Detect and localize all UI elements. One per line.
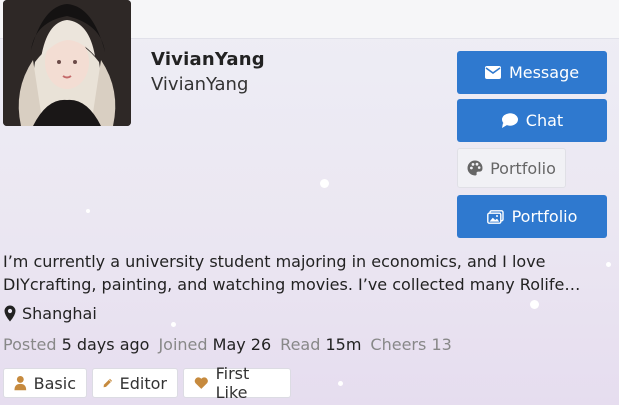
badge-editor[interactable]: Editor (92, 368, 178, 398)
snow-dot (86, 209, 90, 213)
snow-dot (530, 300, 539, 309)
message-button[interactable]: Message (457, 51, 607, 94)
snow-dot (338, 381, 343, 386)
map-pin-icon (4, 305, 16, 322)
cheers-value: 13 (431, 335, 452, 354)
location: Shanghai (4, 304, 97, 323)
read-label: Read (280, 335, 321, 354)
badge-first-like-label: First Like (215, 364, 250, 402)
joined-value: May 26 (212, 335, 272, 354)
joined-label: Joined (158, 335, 208, 354)
bio-text: I’m currently a university student major… (3, 252, 581, 294)
portfolio-secondary-label: Portfolio (490, 158, 556, 178)
display-name: VivianYang (151, 49, 265, 70)
envelope-icon (484, 66, 501, 79)
heart-icon (194, 377, 208, 389)
palette-icon (467, 160, 483, 176)
portfolio-secondary-button[interactable]: Portfolio (457, 148, 566, 188)
user-icon (14, 375, 27, 391)
badge-basic-label: Basic (33, 373, 76, 393)
snow-dot (320, 179, 329, 188)
location-label: Shanghai (22, 304, 97, 323)
badge-editor-label: Editor (119, 373, 167, 393)
cheers-label: Cheers (370, 335, 427, 354)
pencil-icon (103, 378, 113, 388)
chat-button-label: Chat (525, 111, 564, 130)
avatar[interactable] (3, 0, 131, 126)
activity-meta: Posted 5 days ago Joined May 26 Read 15m… (3, 335, 452, 354)
badge-basic[interactable]: Basic (3, 368, 87, 398)
portfolio-button[interactable]: Portfolio (457, 195, 607, 238)
images-icon (486, 209, 504, 224)
posted-value: 5 days ago (61, 335, 150, 354)
chat-button[interactable]: Chat (457, 99, 607, 142)
portfolio-button-label: Portfolio (511, 207, 578, 226)
snow-dot (606, 262, 611, 267)
badge-first-like[interactable]: First Like (183, 364, 291, 402)
posted-label: Posted (3, 335, 57, 354)
username: VivianYang (151, 74, 249, 95)
chat-bubble-icon (501, 113, 518, 128)
message-button-label: Message (508, 63, 580, 82)
read-value: 15m (325, 335, 362, 354)
snow-dot (171, 322, 176, 327)
